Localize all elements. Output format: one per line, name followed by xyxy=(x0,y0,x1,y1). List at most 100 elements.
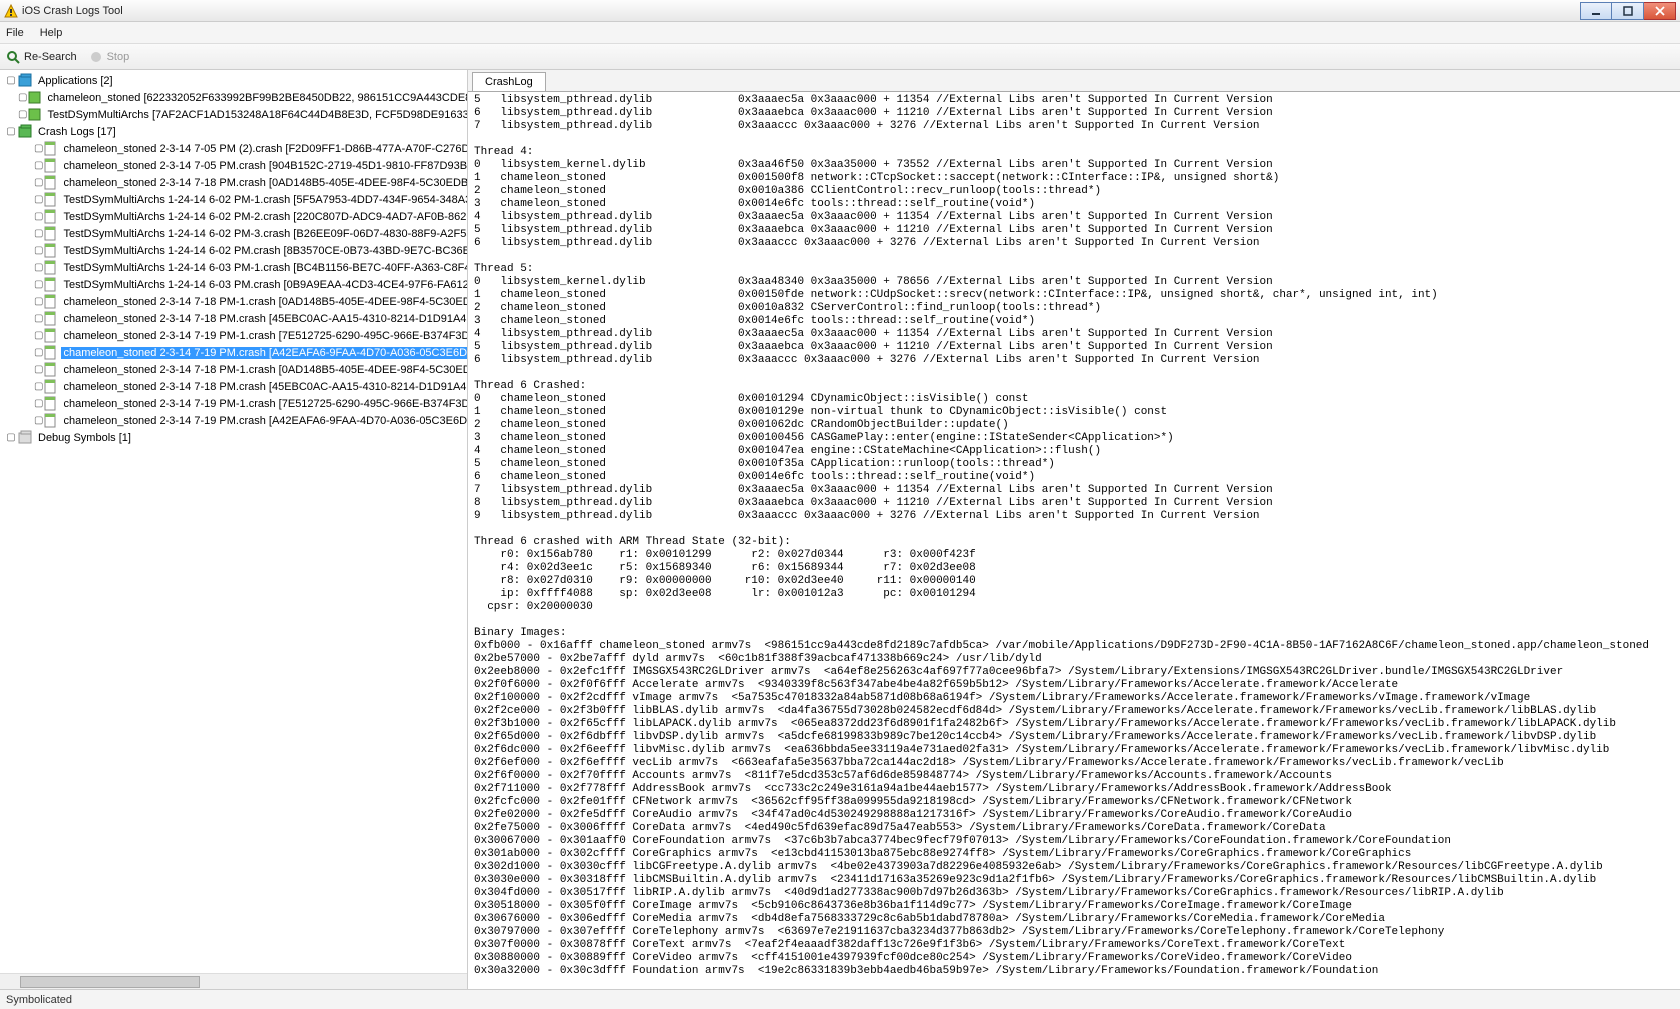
tree-item-crashlog[interactable]: ▢ TestDSymMultiArchs 1-24-14 6-02 PM.cras… xyxy=(0,242,467,259)
tree-item-crashlog[interactable]: ▢ chameleon_stoned 2-3-14 7-18 PM.crash [… xyxy=(0,174,467,191)
expander-icon[interactable]: ▢ xyxy=(34,177,43,188)
tree-item-crashlog[interactable]: ▢ TestDSymMultiArchs 1-24-14 6-03 PM-1.cr… xyxy=(0,259,467,276)
apps-folder-icon xyxy=(18,73,34,89)
crashlog-file-icon xyxy=(43,277,59,293)
crashlog-file-icon xyxy=(43,362,59,378)
tree-label: chameleon_stoned 2-3-14 7-19 PM-1.crash … xyxy=(61,398,468,410)
tab-crashlog[interactable]: CrashLog xyxy=(472,72,546,91)
tree-item-crashlog[interactable]: ▢chameleon_stoned 2-3-14 7-19 PM.crash [… xyxy=(0,412,467,429)
menu-help[interactable]: Help xyxy=(40,27,63,39)
menubar: File Help xyxy=(0,22,1680,44)
tree-label: TestDSymMultiArchs [7AF2ACF1AD153248A18F… xyxy=(45,109,468,121)
tree-root-debug[interactable]: ▢ Debug Symbols [1] xyxy=(0,429,467,446)
crashlog-file-icon xyxy=(43,192,59,208)
scroll-thumb[interactable] xyxy=(20,976,200,988)
tree-item-crashlog[interactable]: ▢ TestDSymMultiArchs 1-24-14 6-03 PM.cras… xyxy=(0,276,467,293)
tree-label: chameleon_stoned 2-3-14 7-18 PM.crash [0… xyxy=(61,177,468,189)
research-button[interactable]: Re-Search xyxy=(6,50,77,64)
titlebar: iOS Crash Logs Tool xyxy=(0,0,1680,22)
expander-icon[interactable]: ▢ xyxy=(4,126,18,137)
tree-item-app[interactable]: ▢ TestDSymMultiArchs [7AF2ACF1AD153248A1… xyxy=(0,106,467,123)
expander-icon[interactable]: ▢ xyxy=(34,415,43,426)
crashlog-file-icon xyxy=(43,243,59,259)
tree-label: TestDSymMultiArchs 1-24-14 6-02 PM-2.cra… xyxy=(61,211,468,223)
status-text: Symbolicated xyxy=(6,994,72,1006)
expander-icon[interactable]: ▢ xyxy=(34,143,43,154)
debug-folder-icon xyxy=(18,430,34,446)
expander-icon[interactable]: ▢ xyxy=(34,245,43,256)
tree-label: TestDSymMultiArchs 1-24-14 6-02 PM.crash… xyxy=(61,245,468,257)
crashlog-textview[interactable]: 5 libsystem_pthread.dylib 0x3aaaec5a 0x3… xyxy=(468,92,1680,989)
expander-icon[interactable]: ▢ xyxy=(34,211,43,222)
horizontal-scrollbar[interactable] xyxy=(0,973,467,989)
statusbar: Symbolicated xyxy=(0,989,1680,1009)
left-pane[interactable]: ▢ Applications [2] ▢ chameleon_stoned [6… xyxy=(0,70,468,989)
menu-file[interactable]: File xyxy=(6,27,24,39)
stop-button[interactable]: Stop xyxy=(89,50,130,64)
tree-item-crashlog[interactable]: ▢ chameleon_stoned 2-3-14 7-18 PM.crash [… xyxy=(0,378,467,395)
tree-label: TestDSymMultiArchs 1-24-14 6-02 PM-1.cra… xyxy=(61,194,468,206)
tree-item-crashlog[interactable]: ▢ TestDSymMultiArchs 1-24-14 6-02 PM-3.cr… xyxy=(0,225,467,242)
maximize-button[interactable] xyxy=(1612,2,1644,20)
expander-icon[interactable]: ▢ xyxy=(34,398,43,409)
expander-icon[interactable]: ▢ xyxy=(34,262,43,273)
crashlog-file-icon xyxy=(43,328,59,344)
tree-item-crashlog[interactable]: ▢ TestDSymMultiArchs 1-24-14 6-02 PM-1.cr… xyxy=(0,191,467,208)
tree-item-crashlog[interactable]: ▢ chameleon_stoned 2-3-14 7-19 PM-1.crash… xyxy=(0,395,467,412)
tree-label: chameleon_stoned 2-3-14 7-18 PM-1.crash … xyxy=(61,364,468,376)
tree-label: TestDSymMultiArchs 1-24-14 6-02 PM-3.cra… xyxy=(61,228,468,240)
tree-item-crashlog[interactable]: ▢ TestDSymMultiArchs 1-24-14 6-02 PM-2.cr… xyxy=(0,208,467,225)
main-area: ▢ Applications [2] ▢ chameleon_stoned [6… xyxy=(0,70,1680,989)
tree-item-crashlog[interactable]: ▢ chameleon_stoned 2-3-14 7-18 PM.crash [… xyxy=(0,310,467,327)
minimize-button[interactable] xyxy=(1580,2,1612,20)
tree-item-crashlog[interactable]: ▢ chameleon_stoned 2-3-14 7-19 PM-1.crash… xyxy=(0,327,467,344)
window-buttons xyxy=(1580,2,1676,20)
window-title: iOS Crash Logs Tool xyxy=(22,5,1580,17)
tree-label: Applications [2] xyxy=(36,75,115,87)
expander-icon[interactable]: ▢ xyxy=(34,279,43,290)
tree-label: chameleon_stoned 2-3-14 7-19 PM.crash [A… xyxy=(61,347,468,359)
expander-icon[interactable]: ▢ xyxy=(34,194,43,205)
expander-icon[interactable]: ▢ xyxy=(34,364,43,375)
close-button[interactable] xyxy=(1644,2,1676,20)
tree-item-app[interactable]: ▢ chameleon_stoned [622332052F633992BF99… xyxy=(0,89,467,106)
expander-icon[interactable]: ▢ xyxy=(18,92,27,103)
tree-label: chameleon_stoned 2-3-14 7-18 PM.crash [4… xyxy=(61,313,468,325)
stop-icon xyxy=(89,50,103,64)
tree-root-crashlogs[interactable]: ▢ Crash Logs [17] xyxy=(0,123,467,140)
tree-label: chameleon_stoned 2-3-14 7-19 PM-1.crash … xyxy=(61,330,468,342)
expander-icon[interactable]: ▢ xyxy=(4,432,18,443)
tabstrip: CrashLog xyxy=(468,70,1680,92)
crashlog-file-icon xyxy=(43,158,59,174)
app-item-icon xyxy=(27,90,43,106)
expander-icon[interactable]: ▢ xyxy=(34,330,43,341)
tree-item-crashlog[interactable]: ▢ chameleon_stoned 2-3-14 7-19 PM.crash [… xyxy=(0,344,467,361)
stop-label: Stop xyxy=(107,51,130,63)
crashlog-file-icon xyxy=(43,396,59,412)
crashlog-file-icon xyxy=(43,413,59,429)
tree-root-applications[interactable]: ▢ Applications [2] xyxy=(0,72,467,89)
expander-icon[interactable]: ▢ xyxy=(18,109,27,120)
crashlog-file-icon xyxy=(43,379,59,395)
tree-item-crashlog[interactable]: ▢chameleon_stoned 2-3-14 7-05 PM.crash [… xyxy=(0,157,467,174)
tree-item-crashlog[interactable]: ▢chameleon_stoned 2-3-14 7-05 PM (2).cra… xyxy=(0,140,467,157)
expander-icon[interactable]: ▢ xyxy=(34,228,43,239)
app-item-icon xyxy=(27,107,43,123)
crashlog-file-icon xyxy=(43,260,59,276)
tree-label: TestDSymMultiArchs 1-24-14 6-03 PM-1.cra… xyxy=(61,262,468,274)
expander-icon[interactable]: ▢ xyxy=(34,296,43,307)
research-label: Re-Search xyxy=(24,51,77,63)
toolbar: Re-Search Stop xyxy=(0,44,1680,70)
expander-icon[interactable]: ▢ xyxy=(34,313,43,324)
tree-label: chameleon_stoned 2-3-14 7-18 PM.crash [4… xyxy=(61,381,468,393)
crashlogs-folder-icon xyxy=(18,124,34,140)
expander-icon[interactable]: ▢ xyxy=(4,75,18,86)
expander-icon[interactable]: ▢ xyxy=(34,381,43,392)
tree-label: chameleon_stoned [622332052F633992BF99B2… xyxy=(45,92,468,104)
tree-item-crashlog[interactable]: ▢ chameleon_stoned 2-3-14 7-18 PM-1.crash… xyxy=(0,361,467,378)
tree-label: TestDSymMultiArchs 1-24-14 6-03 PM.crash… xyxy=(61,279,468,291)
right-pane: CrashLog 5 libsystem_pthread.dylib 0x3aa… xyxy=(468,70,1680,989)
expander-icon[interactable]: ▢ xyxy=(34,347,43,358)
tree-item-crashlog[interactable]: ▢chameleon_stoned 2-3-14 7-18 PM-1.crash… xyxy=(0,293,467,310)
expander-icon[interactable]: ▢ xyxy=(34,160,43,171)
